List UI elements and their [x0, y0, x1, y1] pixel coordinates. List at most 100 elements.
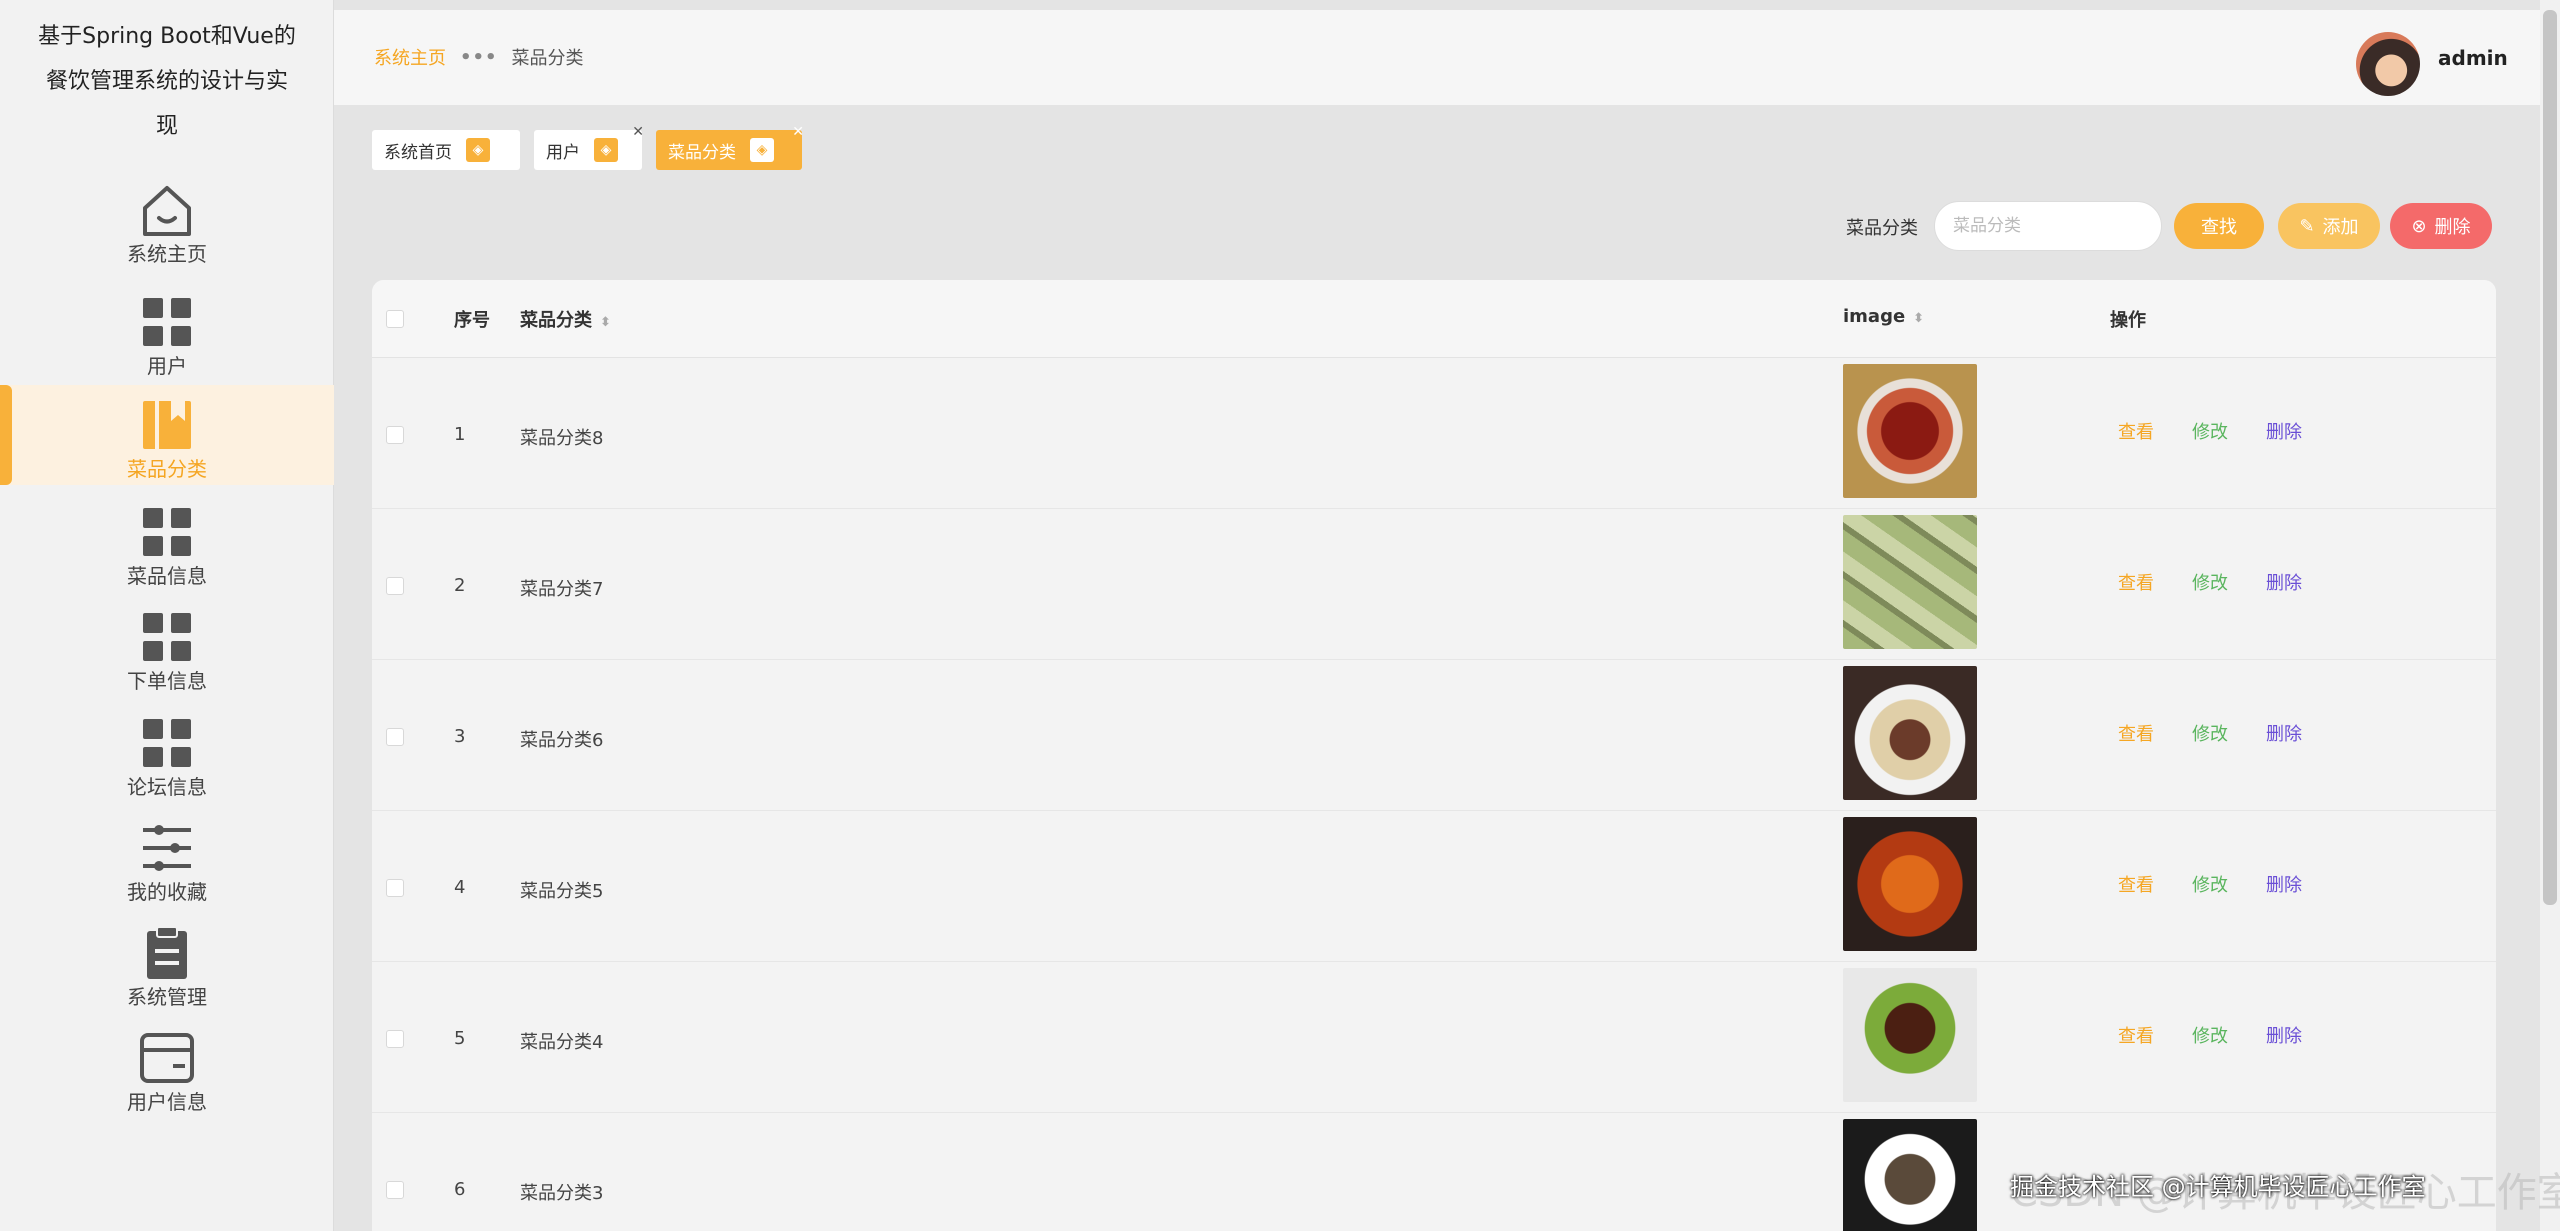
pencil-icon: ✎ — [2299, 215, 2315, 237]
delete-link[interactable]: 删除 — [2266, 418, 2302, 444]
username[interactable]: admin — [2438, 46, 2508, 70]
delete-button[interactable]: ⊗ 删除 — [2390, 203, 2492, 249]
select-all-checkbox[interactable] — [386, 310, 404, 328]
grid-icon — [137, 292, 197, 352]
table-row: 2 菜品分类7 查看 修改 删除 — [372, 509, 2496, 660]
sidebar-item-user-info[interactable]: 用户信息 — [0, 1018, 334, 1118]
edit-link[interactable]: 修改 — [2192, 418, 2228, 444]
sidebar-item-dish-category[interactable]: 菜品分类 — [0, 385, 334, 485]
delete-link[interactable]: 删除 — [2266, 720, 2302, 746]
sliders-icon — [137, 818, 197, 878]
row-index: 2 — [454, 575, 466, 596]
app-title-line-3: 现 — [155, 114, 178, 139]
tag-shield-icon: ◈ — [466, 138, 490, 162]
row-checkbox[interactable] — [386, 577, 404, 595]
row-checkbox[interactable] — [386, 1030, 404, 1048]
row-checkbox[interactable] — [386, 879, 404, 897]
dish-image — [1843, 1119, 1977, 1231]
sidebar-item-label: 我的收藏 — [127, 880, 207, 904]
edit-link[interactable]: 修改 — [2192, 871, 2228, 897]
row-checkbox[interactable] — [386, 426, 404, 444]
sidebar-item-users[interactable]: 用户 — [0, 282, 334, 382]
view-link[interactable]: 查看 — [2118, 871, 2154, 897]
dish-image — [1843, 666, 1977, 800]
header-category[interactable]: 菜品分类 ⬍ — [520, 306, 611, 332]
breadcrumb-home-link[interactable]: 系统主页 — [374, 44, 446, 70]
breadcrumb: 系统主页 ••• 菜品分类 — [374, 44, 584, 70]
table-row: 1 菜品分类8 查看 修改 删除 — [372, 358, 2496, 509]
sidebar-item-label: 论坛信息 — [127, 775, 207, 799]
app-title: 基于Spring Boot和Vue的 餐饮管理系统的设计与实 现 — [0, 14, 334, 149]
sort-icon[interactable]: ⬍ — [600, 315, 611, 330]
sidebar-item-forum[interactable]: 论坛信息 — [0, 703, 334, 803]
tag-shield-icon: ◈ — [594, 138, 618, 162]
sidebar-item-home[interactable]: 系统主页 — [0, 170, 334, 270]
row-category-name: 菜品分类3 — [520, 1183, 604, 1204]
tag-home[interactable]: 系统首页 ◈ — [372, 130, 520, 170]
bookmark-icon — [137, 395, 197, 455]
view-link[interactable]: 查看 — [2118, 569, 2154, 595]
avatar[interactable] — [2356, 32, 2420, 96]
delete-link[interactable]: 删除 — [2266, 1022, 2302, 1048]
edit-link[interactable]: 修改 — [2192, 1022, 2228, 1048]
tag-label: 用户 — [546, 142, 580, 163]
sidebar-item-dish-info[interactable]: 菜品信息 — [0, 492, 334, 592]
header-image[interactable]: image ⬍ — [1843, 306, 1924, 327]
sidebar-item-label: 系统管理 — [127, 985, 207, 1009]
view-link[interactable]: 查看 — [2118, 720, 2154, 746]
breadcrumb-separator-icon: ••• — [460, 46, 498, 68]
top-bar: 系统主页 ••• 菜品分类 admin — [334, 10, 2540, 105]
home-icon — [137, 180, 197, 240]
grid-icon — [137, 607, 197, 667]
close-icon[interactable]: ✕ — [632, 124, 644, 140]
tag-users[interactable]: 用户 ◈ ✕ — [534, 124, 644, 170]
close-icon[interactable]: ✕ — [792, 124, 804, 140]
search-input[interactable] — [1934, 201, 2162, 251]
delete-link[interactable]: 删除 — [2266, 871, 2302, 897]
sidebar-item-favorites[interactable]: 我的收藏 — [0, 808, 334, 908]
row-category-name: 菜品分类7 — [520, 579, 604, 600]
grid-icon — [137, 502, 197, 562]
tag-shield-icon: ◈ — [750, 138, 774, 162]
row-category-name: 菜品分类5 — [520, 881, 604, 902]
sidebar-item-label: 菜品分类 — [127, 457, 207, 481]
sidebar-item-label: 用户信息 — [127, 1090, 207, 1114]
table-header: 序号 菜品分类 ⬍ image ⬍ 操作 — [372, 280, 2496, 358]
table-row: 5 菜品分类4 查看 修改 删除 — [372, 962, 2496, 1113]
tag-dish-category[interactable]: 菜品分类 ◈ ✕ — [656, 124, 804, 170]
edit-link[interactable]: 修改 — [2192, 569, 2228, 595]
sidebar: 基于Spring Boot和Vue的 餐饮管理系统的设计与实 现 系统主页 用户… — [0, 0, 334, 1231]
sidebar-item-orders[interactable]: 下单信息 — [0, 597, 334, 697]
delete-button-label: 删除 — [2434, 217, 2471, 238]
header-actions: 操作 — [2110, 310, 2146, 331]
dish-image — [1843, 817, 1977, 951]
tag-label: 系统首页 — [384, 142, 452, 163]
sidebar-item-label: 系统主页 — [127, 242, 207, 266]
search-label: 菜品分类 — [1846, 218, 1918, 239]
sidebar-item-label: 下单信息 — [127, 669, 207, 693]
edit-link[interactable]: 修改 — [2192, 720, 2228, 746]
sort-icon[interactable]: ⬍ — [1913, 311, 1924, 326]
sidebar-item-system[interactable]: 系统管理 — [0, 913, 334, 1013]
scrollbar-thumb[interactable] — [2543, 10, 2557, 905]
table-row: 3 菜品分类6 查看 修改 删除 — [372, 660, 2496, 811]
add-button[interactable]: ✎ 添加 — [2278, 203, 2380, 249]
view-link[interactable]: 查看 — [2118, 418, 2154, 444]
row-category-name: 菜品分类4 — [520, 1032, 604, 1053]
row-index: 4 — [454, 877, 466, 898]
row-checkbox[interactable] — [386, 1181, 404, 1199]
search-button[interactable]: 查找 — [2174, 203, 2264, 249]
sidebar-item-label: 用户 — [147, 354, 187, 378]
close-circle-icon: ⊗ — [2411, 215, 2427, 237]
row-index: 1 — [454, 424, 466, 445]
delete-link[interactable]: 删除 — [2266, 569, 2302, 595]
dish-image — [1843, 364, 1977, 498]
data-table: 序号 菜品分类 ⬍ image ⬍ 操作 1 菜品分类8 查看 修改 删除 2 菜品… — [372, 280, 2496, 1231]
row-category-name: 菜品分类8 — [520, 428, 604, 449]
view-link[interactable]: 查看 — [2118, 1022, 2154, 1048]
row-checkbox[interactable] — [386, 728, 404, 746]
page-scrollbar[interactable] — [2540, 0, 2560, 1231]
table-row: 4 菜品分类5 查看 修改 删除 — [372, 811, 2496, 962]
app-title-line-2: 餐饮管理系统的设计与实 — [45, 69, 288, 94]
row-index: 3 — [454, 726, 466, 747]
